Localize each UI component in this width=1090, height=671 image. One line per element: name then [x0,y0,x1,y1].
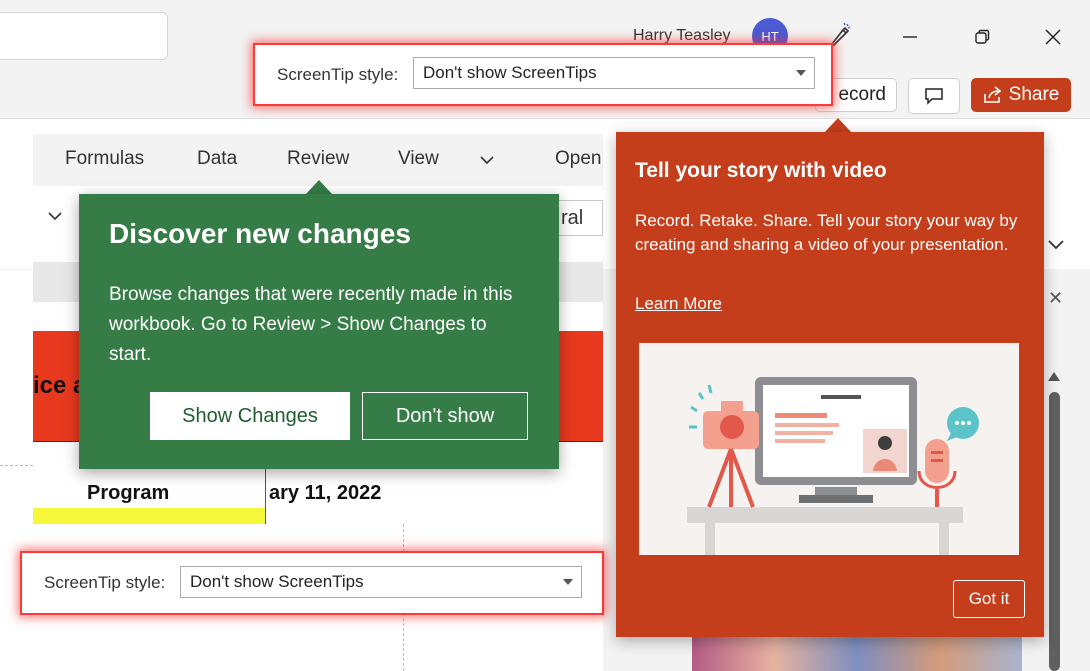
video-story-callout: Tell your story with video Record. Retak… [616,132,1044,637]
callout-title: Tell your story with video [635,159,887,182]
restore-icon [975,29,990,44]
scrollbar-thumb[interactable] [1049,392,1060,671]
minimize-button[interactable] [893,20,927,54]
chevron-down-icon[interactable] [1046,234,1066,254]
share-label: Share [1008,84,1060,105]
screentip-style-panel-bottom: ScreenTip style: Don't show ScreenTips [22,553,602,613]
excel-ribbon-tabs: Formulas Data Review View Open [33,134,603,186]
got-it-button[interactable]: Got it [953,580,1025,618]
screentip-style-select[interactable]: Don't show ScreenTips [413,57,815,89]
callout-title: Discover new changes [109,218,411,249]
tab-view[interactable]: View [398,148,439,170]
callout-pointer [824,118,852,133]
dont-show-button[interactable]: Don't show [362,392,528,440]
comment-icon [925,88,943,105]
tab-review[interactable]: Review [287,148,349,170]
user-name: Harry Teasley [633,27,731,44]
screentip-label: ScreenTip style: [277,65,399,84]
screentip-style-panel-top: ScreenTip style: Don't show ScreenTips [255,45,831,104]
cell-program[interactable]: Program [87,482,169,505]
screentip-select-value: Don't show ScreenTips [190,572,364,591]
more-tabs-chevron-icon[interactable] [479,152,495,168]
pane-close-icon[interactable]: ✕ [1048,288,1063,309]
show-changes-button[interactable]: Show Changes [150,392,350,440]
callout-body: Record. Retake. Share. Tell your story y… [635,211,1018,254]
screen: Harry Teasley HT ecord Share ✕ Formulas [0,0,1090,671]
screentip-select-value: Don't show ScreenTips [423,63,597,82]
minimize-icon [903,36,917,38]
dropdown-caret-icon [563,579,573,585]
screentip-style-select[interactable]: Don't show ScreenTips [180,566,582,598]
slide-thumbnail[interactable] [692,636,1022,671]
window-close-button[interactable] [1036,20,1070,54]
comment-button[interactable] [908,78,960,114]
share-icon [983,86,1001,103]
grid-line [0,465,33,466]
close-icon [1045,29,1061,45]
tab-data[interactable]: Data [197,148,237,170]
callout-pointer [305,180,333,195]
cell-date[interactable]: ary 11, 2022 [269,482,381,505]
discover-changes-callout: Discover new changes Browse changes that… [79,194,559,469]
dropdown-caret-icon [796,70,806,76]
font-dropdown-chevron-icon[interactable] [47,208,63,224]
search-box[interactable] [0,12,168,60]
number-format-box[interactable]: ral [556,200,603,236]
tab-formulas[interactable]: Formulas [65,148,144,170]
scroll-up-icon[interactable] [1048,372,1060,381]
restore-button[interactable] [965,20,999,54]
tab-open-partial[interactable]: Open [555,148,601,170]
learn-more-link[interactable]: Learn More [635,294,722,314]
highlighted-cell[interactable] [33,508,265,524]
avatar-initials: HT [761,28,779,44]
share-button[interactable]: Share [971,78,1071,112]
screentip-label: ScreenTip style: [44,573,166,592]
video-illustration [639,343,1019,555]
recording-setup-illustration [687,377,979,555]
record-label: ecord [838,84,886,105]
number-format-text: ral [561,207,584,229]
callout-body: Browse changes that were recently made i… [109,284,513,365]
